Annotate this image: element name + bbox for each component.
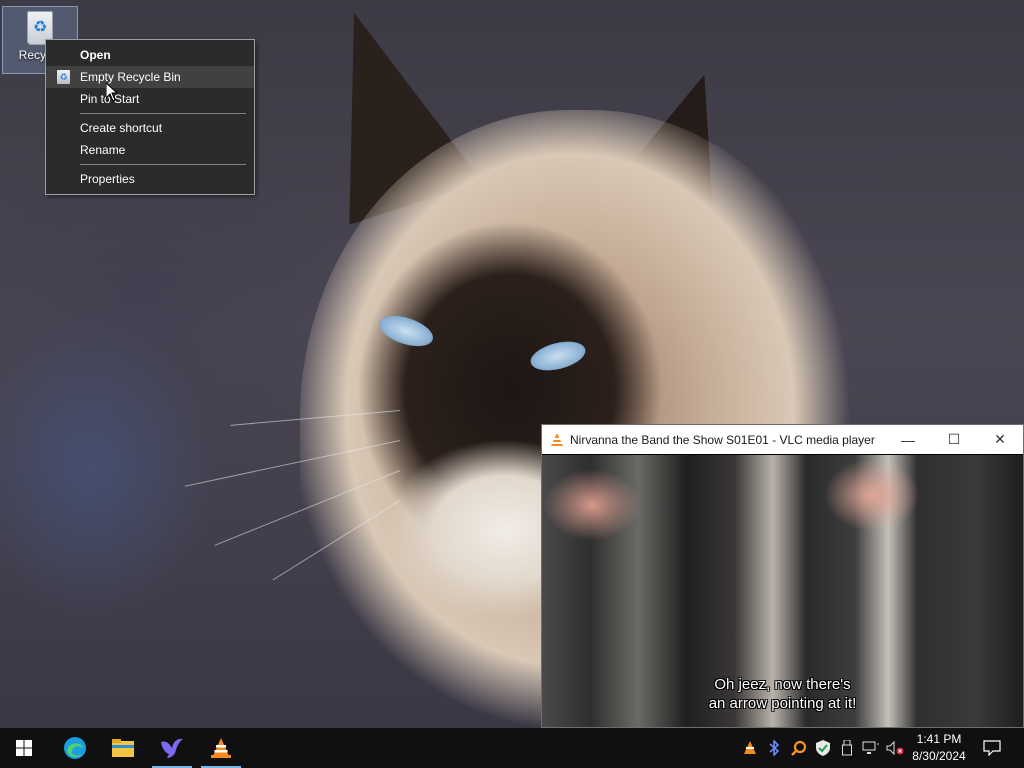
- menu-item-label: Empty Recycle Bin: [80, 70, 181, 84]
- network-icon[interactable]: [862, 738, 880, 758]
- menu-item-pin-to-start[interactable]: Pin to Start: [46, 88, 254, 110]
- menu-item-properties[interactable]: Properties: [46, 168, 254, 190]
- notification-icon: [983, 740, 1001, 756]
- menu-item-open[interactable]: Open: [46, 44, 254, 66]
- vlc-tray-icon[interactable]: [741, 738, 759, 758]
- bluetooth-icon[interactable]: [765, 738, 783, 758]
- clock-time: 1:41 PM: [916, 732, 962, 746]
- taskbar-bird-app-button[interactable]: [148, 728, 196, 768]
- taskbar-vlc-button[interactable]: [197, 728, 245, 768]
- vlc-titlebar[interactable]: Nirvanna the Band the Show S01E01 - VLC …: [542, 425, 1023, 454]
- action-center-button[interactable]: [982, 738, 1002, 758]
- minimize-button[interactable]: —: [885, 425, 931, 454]
- taskbar-edge-button[interactable]: [51, 728, 99, 768]
- subtitle-line-2: an arrow pointing at it!: [708, 695, 857, 712]
- subtitle-line-1: Oh jeez, now there's: [714, 676, 851, 693]
- taskbar-clock[interactable]: 1:41 PM 8/30/2024: [904, 731, 974, 765]
- context-menu: Open ♻ Empty Recycle Bin Pin to Start Cr…: [45, 39, 255, 195]
- menu-separator: [80, 113, 246, 114]
- volume-muted-icon[interactable]: [886, 738, 904, 758]
- vlc-window[interactable]: Nirvanna the Band the Show S01E01 - VLC …: [541, 424, 1024, 728]
- menu-item-rename[interactable]: Rename: [46, 139, 254, 161]
- close-button[interactable]: ✕: [977, 425, 1023, 454]
- mouse-cursor-icon: [106, 83, 118, 102]
- window-title: Nirvanna the Band the Show S01E01 - VLC …: [570, 432, 875, 447]
- start-icon: [16, 740, 32, 756]
- recycle-bin-icon: ♻: [57, 70, 70, 84]
- bird-app-icon: [161, 738, 183, 758]
- video-area[interactable]: Oh jeez, now there's an arrow pointing a…: [542, 455, 1023, 727]
- search-tray-icon[interactable]: [790, 738, 808, 758]
- defender-icon[interactable]: [814, 738, 832, 758]
- maximize-button[interactable]: ☐: [931, 425, 977, 454]
- clock-date: 8/30/2024: [912, 749, 966, 763]
- menu-item-empty-recycle-bin[interactable]: ♻ Empty Recycle Bin: [46, 66, 254, 88]
- file-explorer-icon: [112, 739, 134, 757]
- edge-icon: [64, 737, 86, 759]
- vlc-icon: [211, 738, 231, 758]
- menu-separator: [80, 164, 246, 165]
- usb-icon[interactable]: [838, 738, 856, 758]
- vlc-cone-icon: [551, 432, 563, 446]
- menu-item-create-shortcut[interactable]: Create shortcut: [46, 117, 254, 139]
- start-button[interactable]: [0, 728, 48, 768]
- video-subtitle: Oh jeez, now there's an arrow pointing a…: [542, 675, 1023, 713]
- taskbar-file-explorer-button[interactable]: [99, 728, 147, 768]
- taskbar: 1:41 PM 8/30/2024: [0, 728, 1024, 768]
